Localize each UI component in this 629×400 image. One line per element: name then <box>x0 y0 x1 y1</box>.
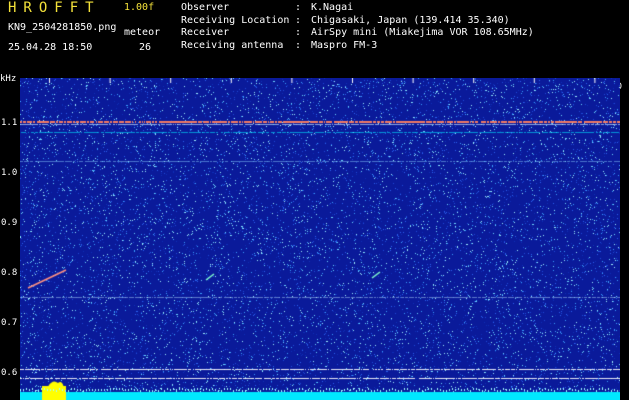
y-axis-unit: kHz <box>0 74 17 84</box>
spectrogram-canvas <box>20 78 620 400</box>
spectrogram-plot <box>20 78 620 400</box>
y-tick-label: 1.0 <box>1 168 18 178</box>
info-row-antenna: Receiving antenna: Maspro FM-3 <box>181 39 378 51</box>
file-name: KN9_2504281850.png <box>8 22 117 33</box>
info-row-observer: Observer: K.Nagai <box>181 2 354 13</box>
header-panel: HROFFT 1.00f KN9_2504281850.png meteor 2… <box>0 0 629 78</box>
info-row-receiver: Receiver: AirSpy mini (Miakejima VOR 108.… <box>181 27 534 38</box>
capture-date: 25.04.28 18:50 <box>8 42 93 53</box>
right-margin <box>620 78 629 400</box>
meteor-label: meteor <box>124 27 161 38</box>
y-tick-label: 0.8 <box>1 268 18 278</box>
y-tick-label: 1.1 <box>1 118 18 128</box>
y-tick-label: 0.6 <box>1 368 18 378</box>
app-logo: HROFFT <box>8 0 101 16</box>
y-tick-label: 0.7 <box>1 318 18 328</box>
station-info: Observer: K.Nagai Receiving Location: Chig… <box>181 2 534 52</box>
y-tick-label: 0.9 <box>1 218 18 228</box>
app-version: 1.00f <box>124 2 155 13</box>
info-row-location: Receiving Location: Chigasaki, Japan (139… <box>181 14 510 26</box>
meteor-count: 26 <box>139 42 152 53</box>
